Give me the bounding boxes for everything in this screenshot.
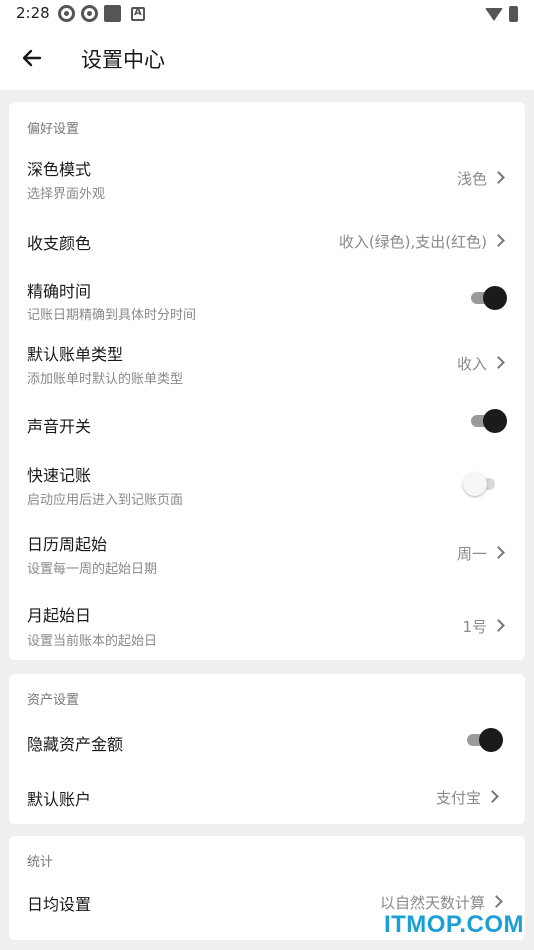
row-label: 默认账户 [27,790,92,809]
watermark: ITMOP.COM [383,911,524,938]
section-title-stats: 统计 [27,855,54,870]
wifi-icon [485,7,503,21]
a-box-icon [131,6,145,21]
hide-asset-amount-toggle[interactable] [465,727,503,753]
row-subtitle: 设置当前账本的起始日 [27,634,158,649]
row-label: 深色模式 [27,160,92,179]
chevron-right-icon [492,619,505,632]
status-right [485,6,518,22]
battery-icon [509,6,518,22]
row-hide-asset-amount: 隐藏资产金额 [9,714,525,769]
preferences-card: 偏好设置 深色模式 选择界面外观 浅色 收支颜色 收入(绿色),支出(红色) 精… [9,102,525,660]
row-subtitle: 选择界面外观 [27,187,106,202]
row-month-start[interactable]: 月起始日 设置当前账本的起始日 1号 [9,590,525,660]
row-label: 声音开关 [27,417,92,436]
section-title-preferences: 偏好设置 [27,122,80,137]
assets-card: 资产设置 隐藏资产金额 默认账户 支付宝 [9,674,525,824]
square-icon [104,5,121,22]
row-sound: 声音开关 [9,400,525,450]
chevron-right-icon [492,171,505,184]
toggle-knob [483,409,507,433]
section-title-assets: 资产设置 [27,693,80,708]
arrow-left-icon [22,49,42,67]
row-label: 日均设置 [27,895,92,914]
row-value: 以自然天数计算 [379,894,485,912]
row-label: 日历周起始 [27,535,108,554]
row-value: 收入(绿色),支出(红色) [338,233,487,251]
row-subtitle: 启动应用后进入到记账页面 [27,493,184,508]
row-label: 收支颜色 [27,234,92,253]
row-subtitle: 记账日期精确到具体时分时间 [27,308,197,323]
row-label: 快速记账 [27,466,92,485]
row-label: 精确时间 [27,282,92,301]
row-value: 收入 [456,355,487,373]
back-button[interactable] [18,44,46,72]
sound-toggle[interactable] [469,408,507,434]
aperture-icon [81,5,98,22]
row-dark-mode[interactable]: 深色模式 选择界面外观 浅色 [9,142,525,210]
app-bar: 设置中心 [0,28,534,90]
status-icons [58,5,145,22]
row-value: 1号 [462,618,487,636]
aperture-icon [58,5,75,22]
row-income-expense-color[interactable]: 收支颜色 收入(绿色),支出(红色) [9,210,525,270]
row-default-bill-type[interactable]: 默认账单类型 添加账单时默认的账单类型 收入 [9,330,525,400]
row-label: 月起始日 [27,606,92,625]
chevron-right-icon [492,234,505,247]
chevron-right-icon [486,790,499,803]
row-value: 周一 [456,545,487,563]
chevron-right-icon [492,356,505,369]
row-value: 支付宝 [435,789,481,807]
toggle-knob [463,472,487,496]
row-precise-time: 精确时间 记账日期精确到具体时分时间 [9,270,525,330]
precise-time-toggle[interactable] [469,285,507,311]
chevron-right-icon [492,546,505,559]
quick-entry-toggle[interactable] [463,471,501,497]
row-default-account[interactable]: 默认账户 支付宝 [9,769,525,824]
toggle-knob [483,286,507,310]
row-label: 默认账单类型 [27,345,124,364]
row-subtitle: 添加账单时默认的账单类型 [27,372,184,387]
row-week-start[interactable]: 日历周起始 设置每一周的起始日期 周一 [9,520,525,590]
status-bar: 2:28 [0,0,534,28]
row-quick-entry: 快速记账 启动应用后进入到记账页面 [9,450,525,520]
page-title: 设置中心 [81,48,165,72]
chevron-right-icon [490,895,503,908]
status-time: 2:28 [16,4,50,22]
row-value: 浅色 [456,170,487,188]
row-subtitle: 设置每一周的起始日期 [27,562,158,577]
toggle-knob [479,728,503,752]
row-label: 隐藏资产金额 [27,735,124,754]
